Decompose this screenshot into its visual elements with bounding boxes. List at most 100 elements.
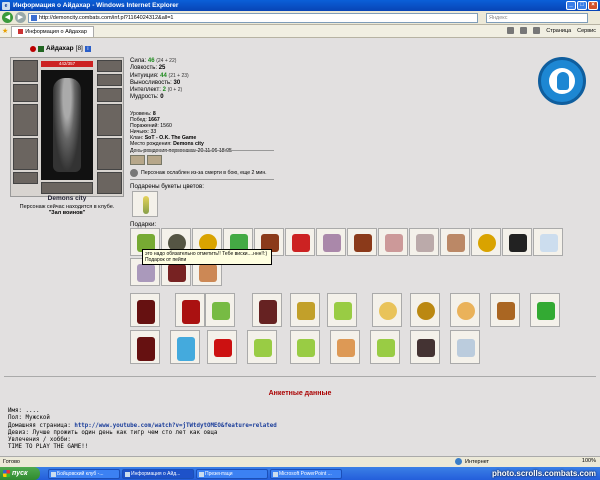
url-field[interactable]: http://demoncity.combats.com/inf.pl?1164…	[28, 12, 478, 23]
tools-menu[interactable]: Сервис	[577, 28, 596, 34]
window-title: Информация о Айдахар - Windows Internet …	[13, 2, 179, 9]
watermark: photo.scrolls.combats.com	[491, 469, 596, 478]
earrings-slot[interactable]	[97, 60, 122, 72]
taskbar-item[interactable]: Microsoft PowerPoint ...	[270, 468, 342, 479]
bouquets-title: Подарены букеты цветов:	[130, 183, 204, 190]
gift-item[interactable]	[409, 228, 439, 256]
character-figure	[41, 70, 93, 180]
gift-tooltip: это надо обязательно отметить!! Тебе вис…	[142, 249, 272, 265]
location-text: Персонаж сейчас находится в клубе. "Зал …	[10, 204, 124, 216]
gift-item[interactable]	[290, 293, 320, 327]
city-name: Demons city	[47, 195, 87, 202]
info-block: Уровень: 8 Побед: 1667 Поражений: 1560 Н…	[130, 111, 232, 154]
gift-item[interactable]	[533, 228, 563, 256]
gift-item[interactable]	[285, 228, 315, 256]
tab-info[interactable]: Информация о Айдахар	[11, 25, 94, 37]
gift-item[interactable]	[327, 293, 357, 327]
alignment-icon	[30, 45, 36, 52]
amulet-slot[interactable]	[13, 84, 38, 102]
divider	[130, 179, 274, 180]
bouquet-item[interactable]	[132, 191, 158, 217]
rings-slot[interactable]	[41, 182, 93, 194]
gift-item[interactable]	[450, 293, 480, 327]
gift-item[interactable]	[252, 293, 282, 327]
feeds-icon[interactable]	[520, 27, 528, 34]
character-level: [8]	[75, 45, 83, 52]
gift-item[interactable]	[247, 330, 277, 364]
gift-item[interactable]	[490, 293, 520, 327]
boots-slot[interactable]	[97, 172, 122, 194]
back-button[interactable]: ◀	[2, 12, 13, 23]
gift-item[interactable]	[372, 293, 402, 327]
gifts-title: Подарки:	[130, 221, 157, 228]
gift-item[interactable]	[316, 228, 346, 256]
toolbar-tools: Страница Сервис	[507, 27, 596, 34]
gloves-slot[interactable]	[97, 88, 122, 102]
stats-block: Сила: 46 (24 + 22) Ловкость: 25 Интуиция…	[130, 58, 189, 101]
start-button[interactable]: пуск	[0, 467, 40, 480]
gift-item[interactable]	[530, 293, 560, 327]
window-title-bar: e Информация о Айдахар - Windows Interne…	[0, 0, 600, 11]
maximize-button[interactable]: □	[577, 1, 587, 10]
gift-item[interactable]	[450, 330, 480, 364]
favorites-star-icon[interactable]: ★	[2, 27, 8, 35]
gift-item[interactable]	[330, 330, 360, 364]
trauma-icon	[130, 169, 138, 177]
homepage-link[interactable]: http://www.youtube.com/watch?v=jTWtdytOM…	[74, 423, 276, 429]
gift-item[interactable]	[175, 293, 205, 327]
page-content: Айдахар [8] i 442/357 Demons city Персон…	[0, 38, 600, 456]
helmet-slot[interactable]	[13, 60, 38, 82]
gift-item[interactable]	[130, 293, 160, 327]
gift-item[interactable]	[170, 330, 200, 364]
clan-link[interactable]: SoT - O.K. The Game	[145, 135, 197, 141]
effect-icon[interactable]	[147, 155, 162, 165]
gift-item[interactable]	[290, 330, 320, 364]
zoom-level[interactable]: 100%	[582, 458, 596, 464]
profile-data: Имя: .... Пол: Мужской Домашняя страница…	[8, 408, 277, 451]
page-icon	[31, 14, 37, 21]
effects-icons	[130, 155, 162, 165]
gift-item[interactable]	[347, 228, 377, 256]
gift-item[interactable]	[410, 330, 440, 364]
page-menu[interactable]: Страница	[546, 28, 571, 34]
weakness-notice: Персонаж ослаблен из-за смерти в бою, ещ…	[130, 169, 267, 177]
divider	[130, 150, 274, 151]
minimize-button[interactable]: _	[566, 1, 576, 10]
gift-item[interactable]	[440, 228, 470, 256]
close-button[interactable]: ×	[588, 1, 598, 10]
gift-item[interactable]	[205, 293, 235, 327]
search-input[interactable]: Яндекс	[486, 12, 588, 23]
taskbar-item[interactable]: Бойцовский клуб -...	[48, 468, 120, 479]
gift-item[interactable]	[502, 228, 532, 256]
shield-slot[interactable]	[97, 104, 122, 136]
clan-icon	[38, 45, 44, 52]
gift-item[interactable]	[370, 330, 400, 364]
gift-item[interactable]	[130, 330, 160, 364]
forward-button[interactable]: ▶	[15, 12, 26, 23]
hp-bar: 442/357	[41, 61, 93, 67]
city-logo	[538, 57, 586, 105]
print-icon[interactable]	[533, 27, 541, 34]
weapon-slot[interactable]	[13, 104, 38, 136]
necklace-slot[interactable]	[97, 74, 122, 86]
home-icon[interactable]	[507, 27, 515, 34]
tab-favicon-icon	[18, 29, 24, 34]
location-room: "Зал воинов"	[48, 210, 86, 216]
tab-bar: ★ Информация о Айдахар Страница Сервис	[0, 25, 600, 38]
status-text: Готово	[3, 459, 20, 465]
divider	[4, 376, 596, 377]
taskbar-item[interactable]: Информация о Айд...	[122, 468, 194, 479]
info-icon[interactable]: i	[84, 45, 91, 52]
address-bar: ◀ ▶ http://demoncity.combats.com/inf.pl?…	[0, 11, 600, 25]
taskbar-item[interactable]: Презентаци	[196, 468, 268, 479]
tab-label: Информация о Айдахар	[25, 28, 87, 35]
zone-indicator: Интернет	[455, 458, 489, 465]
effect-icon[interactable]	[130, 155, 145, 165]
armor-slot[interactable]	[13, 138, 38, 170]
belt-slot[interactable]	[13, 172, 38, 184]
gift-item[interactable]	[410, 293, 440, 327]
gift-item[interactable]	[378, 228, 408, 256]
gift-item[interactable]	[471, 228, 501, 256]
pants-slot[interactable]	[97, 138, 122, 170]
gift-item[interactable]	[207, 330, 237, 364]
